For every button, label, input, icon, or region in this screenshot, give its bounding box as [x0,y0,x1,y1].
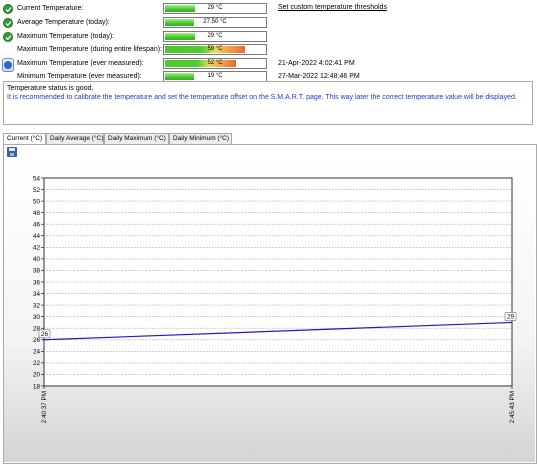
x-tick-label: 2:45:43 PM [509,391,516,423]
y-tick-label: 44 [33,233,41,240]
y-tick-label: 32 [33,302,41,309]
point-label: 26 [41,331,49,338]
y-tick-label: 46 [33,222,41,229]
y-tick-label: 38 [33,268,41,275]
y-tick-label: 18 [33,383,41,390]
y-tick-label: 20 [33,372,41,379]
y-tick-label: 24 [33,349,41,356]
y-tick-label: 22 [33,360,41,367]
y-tick-label: 54 [33,175,41,182]
y-tick-label: 50 [33,198,41,205]
y-tick-label: 34 [33,291,41,298]
y-tick-label: 30 [33,314,41,321]
y-tick-label: 26 [33,337,41,344]
point-label: 29 [507,314,515,321]
y-tick-label: 42 [33,245,41,252]
temperature-chart: 182022242628303234363840424446485052542:… [33,175,517,423]
y-tick-label: 40 [33,256,41,263]
x-tick-label: 2:40:37 PM [41,391,48,423]
y-tick-label: 48 [33,210,41,217]
y-tick-label: 52 [33,187,41,194]
y-tick-label: 36 [33,279,41,286]
